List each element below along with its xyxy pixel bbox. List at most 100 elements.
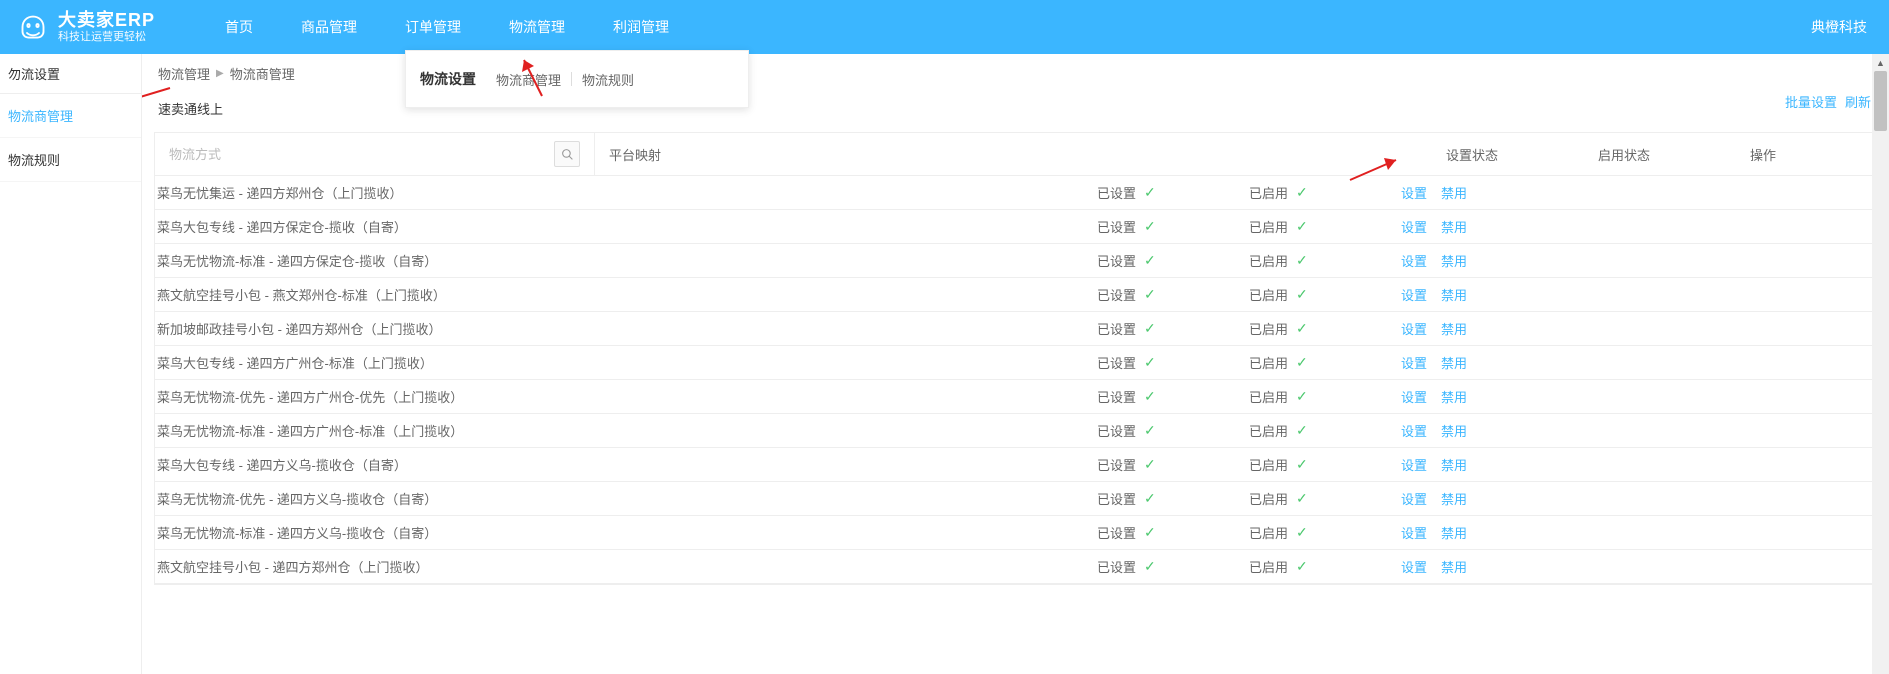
table-row: 菜鸟大包专线 - 递四方保定仓-揽收（自寄）已设置✓已启用✓设置禁用 bbox=[155, 210, 1876, 244]
dropdown-link-rule[interactable]: 物流规则 bbox=[582, 70, 634, 89]
cell-enable-status: 已启用✓ bbox=[1247, 448, 1399, 481]
top-nav: 首页商品管理订单管理物流管理利润管理 bbox=[201, 0, 693, 54]
logo: 大卖家ERP 科技让运营更轻松 bbox=[0, 10, 173, 45]
cell-operation: 设置禁用 bbox=[1399, 414, 1539, 447]
op-disable-link[interactable]: 禁用 bbox=[1441, 217, 1467, 236]
check-icon: ✓ bbox=[1144, 558, 1156, 575]
op-config-link[interactable]: 设置 bbox=[1401, 421, 1427, 440]
check-icon: ✓ bbox=[1296, 558, 1308, 575]
nav-item[interactable]: 物流管理 bbox=[485, 0, 589, 54]
sidebar: 勿流设置 物流商管理 物流规则 bbox=[0, 54, 142, 674]
cell-set-status: 已设置✓ bbox=[1095, 312, 1247, 345]
table-row: 燕文航空挂号小包 - 燕文郑州仓-标准（上门揽收）已设置✓已启用✓设置禁用 bbox=[155, 278, 1876, 312]
nav-item[interactable]: 利润管理 bbox=[589, 0, 693, 54]
cell-enable-status: 已启用✓ bbox=[1247, 312, 1399, 345]
check-icon: ✓ bbox=[1144, 218, 1156, 235]
vertical-scrollbar[interactable]: ▲ bbox=[1872, 54, 1889, 674]
sidebar-header: 勿流设置 bbox=[0, 54, 141, 94]
cell-operation: 设置禁用 bbox=[1399, 176, 1539, 209]
cell-name: 燕文航空挂号小包 - 燕文郑州仓-标准（上门揽收） bbox=[155, 278, 1095, 311]
op-disable-link[interactable]: 禁用 bbox=[1441, 319, 1467, 338]
op-disable-link[interactable]: 禁用 bbox=[1441, 557, 1467, 576]
table-row: 菜鸟无忧物流-优先 - 递四方义乌-揽收仓（自寄）已设置✓已启用✓设置禁用 bbox=[155, 482, 1876, 516]
cell-operation: 设置禁用 bbox=[1399, 278, 1539, 311]
op-config-link[interactable]: 设置 bbox=[1401, 455, 1427, 474]
logo-icon bbox=[18, 12, 48, 42]
scrollbar-thumb[interactable] bbox=[1874, 71, 1887, 131]
op-config-link[interactable]: 设置 bbox=[1401, 251, 1427, 270]
table-row: 菜鸟无忧物流-标准 - 递四方广州仓-标准（上门揽收）已设置✓已启用✓设置禁用 bbox=[155, 414, 1876, 448]
th-enable-status: 启用状态 bbox=[1584, 133, 1736, 175]
check-icon: ✓ bbox=[1296, 252, 1308, 269]
cell-set-status: 已设置✓ bbox=[1095, 176, 1247, 209]
op-config-link[interactable]: 设置 bbox=[1401, 183, 1427, 202]
op-disable-link[interactable]: 禁用 bbox=[1441, 421, 1467, 440]
cell-name: 菜鸟无忧物流-标准 - 递四方义乌-揽收仓（自寄） bbox=[155, 516, 1095, 549]
cell-set-status: 已设置✓ bbox=[1095, 346, 1247, 379]
op-config-link[interactable]: 设置 bbox=[1401, 489, 1427, 508]
check-icon: ✓ bbox=[1296, 524, 1308, 541]
cell-enable-status: 已启用✓ bbox=[1247, 482, 1399, 515]
top-header: 大卖家ERP 科技让运营更轻松 首页商品管理订单管理物流管理利润管理 典橙科技 bbox=[0, 0, 1889, 54]
table-header-row: 平台映射 设置状态 启用状态 操作 bbox=[155, 133, 1876, 176]
table-row: 菜鸟无忧集运 - 递四方郑州仓（上门揽收）已设置✓已启用✓设置禁用 bbox=[155, 176, 1876, 210]
op-disable-link[interactable]: 禁用 bbox=[1441, 489, 1467, 508]
op-disable-link[interactable]: 禁用 bbox=[1441, 455, 1467, 474]
cell-set-status: 已设置✓ bbox=[1095, 448, 1247, 481]
th-operation: 操作 bbox=[1736, 133, 1876, 175]
table-row: 菜鸟无忧物流-标准 - 递四方保定仓-揽收（自寄）已设置✓已启用✓设置禁用 bbox=[155, 244, 1876, 278]
op-config-link[interactable]: 设置 bbox=[1401, 285, 1427, 304]
nav-item[interactable]: 订单管理 bbox=[381, 0, 485, 54]
check-icon: ✓ bbox=[1296, 286, 1308, 303]
check-icon: ✓ bbox=[1144, 422, 1156, 439]
op-config-link[interactable]: 设置 bbox=[1401, 557, 1427, 576]
table-row: 菜鸟大包专线 - 递四方义乌-揽收仓（自寄）已设置✓已启用✓设置禁用 bbox=[155, 448, 1876, 482]
cell-operation: 设置禁用 bbox=[1399, 482, 1539, 515]
op-disable-link[interactable]: 禁用 bbox=[1441, 523, 1467, 542]
breadcrumb-current: 物流商管理 bbox=[230, 64, 295, 83]
table-container: 平台映射 设置状态 启用状态 操作 菜鸟无忧集运 - 递四方郑州仓（上门揽收）已… bbox=[154, 132, 1877, 585]
cell-name: 菜鸟大包专线 - 递四方保定仓-揽收（自寄） bbox=[155, 210, 1095, 243]
sidebar-item-rule[interactable]: 物流规则 bbox=[0, 138, 141, 182]
cell-set-status: 已设置✓ bbox=[1095, 380, 1247, 413]
op-disable-link[interactable]: 禁用 bbox=[1441, 353, 1467, 372]
logo-subtitle: 科技让运营更轻松 bbox=[58, 31, 155, 44]
table-row: 新加坡邮政挂号小包 - 递四方郑州仓（上门揽收）已设置✓已启用✓设置禁用 bbox=[155, 312, 1876, 346]
nav-item[interactable]: 商品管理 bbox=[277, 0, 381, 54]
cell-set-status: 已设置✓ bbox=[1095, 414, 1247, 447]
op-disable-link[interactable]: 禁用 bbox=[1441, 285, 1467, 304]
op-config-link[interactable]: 设置 bbox=[1401, 217, 1427, 236]
refresh-link[interactable]: 刷新 bbox=[1845, 92, 1871, 111]
table-row: 燕文航空挂号小包 - 递四方郑州仓（上门揽收）已设置✓已启用✓设置禁用 bbox=[155, 550, 1876, 584]
scroll-up-icon[interactable]: ▲ bbox=[1872, 54, 1889, 71]
nav-item[interactable]: 首页 bbox=[201, 0, 277, 54]
dropdown-link-provider[interactable]: 物流商管理 bbox=[496, 70, 561, 89]
breadcrumb-root[interactable]: 物流管理 bbox=[158, 64, 210, 83]
th-set-status: 设置状态 bbox=[1432, 133, 1584, 175]
sidebar-item-provider[interactable]: 物流商管理 bbox=[0, 94, 141, 138]
check-icon: ✓ bbox=[1296, 456, 1308, 473]
search-button[interactable] bbox=[554, 141, 580, 167]
check-icon: ✓ bbox=[1296, 354, 1308, 371]
cell-operation: 设置禁用 bbox=[1399, 516, 1539, 549]
cell-enable-status: 已启用✓ bbox=[1247, 278, 1399, 311]
toolbar-right: 批量设置 刷新 bbox=[1785, 92, 1871, 111]
cell-set-status: 已设置✓ bbox=[1095, 244, 1247, 277]
header-company[interactable]: 典橙科技 bbox=[1811, 17, 1889, 37]
cell-operation: 设置禁用 bbox=[1399, 210, 1539, 243]
search-icon bbox=[561, 148, 574, 161]
search-input[interactable] bbox=[169, 147, 554, 162]
company-name: 典橙科技 bbox=[1811, 17, 1867, 37]
op-disable-link[interactable]: 禁用 bbox=[1441, 387, 1467, 406]
op-config-link[interactable]: 设置 bbox=[1401, 319, 1427, 338]
cell-set-status: 已设置✓ bbox=[1095, 210, 1247, 243]
cell-name: 燕文航空挂号小包 - 递四方郑州仓（上门揽收） bbox=[155, 550, 1095, 583]
op-disable-link[interactable]: 禁用 bbox=[1441, 183, 1467, 202]
op-config-link[interactable]: 设置 bbox=[1401, 387, 1427, 406]
op-config-link[interactable]: 设置 bbox=[1401, 523, 1427, 542]
op-config-link[interactable]: 设置 bbox=[1401, 353, 1427, 372]
table-row: 菜鸟无忧物流-优先 - 递四方广州仓-优先（上门揽收）已设置✓已启用✓设置禁用 bbox=[155, 380, 1876, 414]
batch-config-link[interactable]: 批量设置 bbox=[1785, 92, 1837, 111]
cell-operation: 设置禁用 bbox=[1399, 550, 1539, 583]
op-disable-link[interactable]: 禁用 bbox=[1441, 251, 1467, 270]
